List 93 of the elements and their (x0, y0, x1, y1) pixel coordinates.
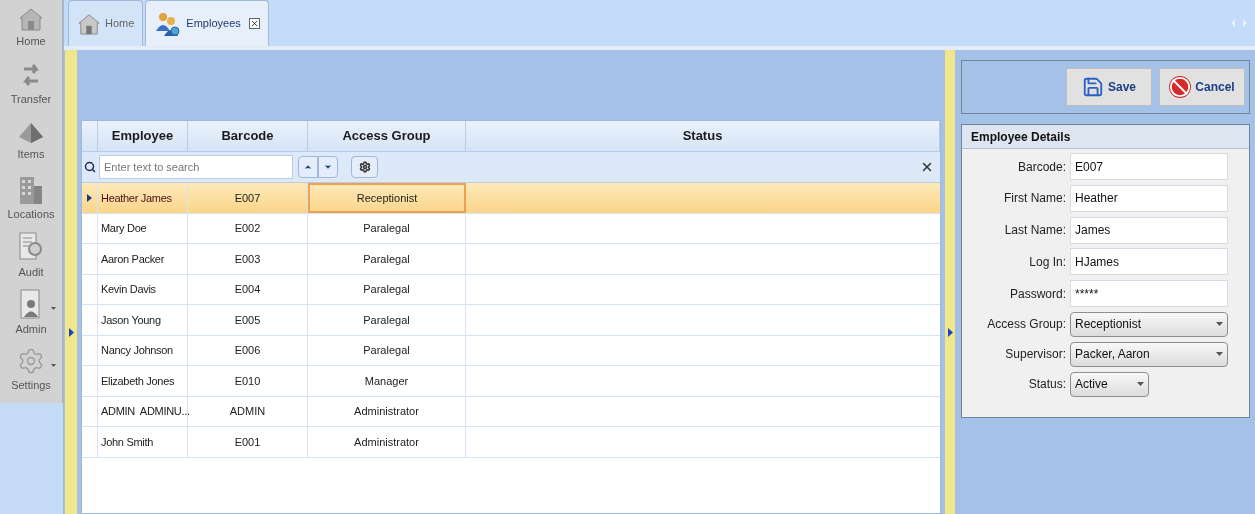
panel-title: Employee Details (962, 125, 1249, 149)
column-header[interactable]: Status (466, 121, 940, 151)
search-options-button[interactable] (351, 156, 378, 178)
table-cell: E004 (188, 274, 308, 304)
field-label: Status: (1027, 376, 1067, 394)
table-cell: E003 (188, 244, 308, 274)
nav-item[interactable]: Items (0, 114, 62, 171)
table-cell: ADMIN ADMINU... (98, 396, 188, 426)
text-field[interactable]: ***** (1070, 280, 1228, 308)
table-row[interactable]: Kevin Davis E004 Paralegal (82, 274, 940, 305)
dropdown-arrow-icon (51, 364, 56, 367)
gear-icon (17, 347, 45, 376)
pyramid-icon (18, 122, 44, 145)
down-arrow-icon (323, 162, 333, 172)
table-cell: Elizabeth Jones (98, 366, 188, 396)
field-label: First Name: (1003, 190, 1067, 208)
table-cell: Kevin Davis (98, 274, 188, 304)
nav-item[interactable]: Audit (0, 228, 62, 285)
dropdown-arrow-icon (1216, 322, 1223, 327)
table-cell: Paralegal (308, 305, 466, 335)
table-cell: Paralegal (308, 274, 466, 304)
table-cell: John Smith (98, 427, 188, 457)
table-cell: Jason Young (98, 305, 188, 335)
table-cell: Heather James (98, 183, 188, 213)
tab[interactable]: Home (68, 0, 144, 46)
table-cell: E006 (188, 335, 308, 365)
table-cell: Paralegal (308, 244, 466, 274)
gear-icon (358, 161, 371, 173)
text-field[interactable]: Heather (1070, 184, 1228, 212)
house-icon (18, 7, 44, 32)
table-cell: Receptionist (308, 183, 466, 213)
table-cell: Administrator (308, 427, 466, 457)
table-cell: E001 (188, 427, 308, 457)
people-icon (154, 10, 183, 37)
dropdown-arrow-icon (1216, 352, 1223, 357)
field-label: Supervisor: (1004, 346, 1067, 364)
column-header[interactable]: Barcode (188, 121, 308, 151)
table-row[interactable]: Jason Young E005 Paralegal (82, 305, 940, 336)
field-label: Access Group: (986, 316, 1067, 334)
field-label: Log In: (1028, 253, 1067, 271)
close-icon[interactable] (920, 160, 934, 174)
tab[interactable]: Employees (145, 0, 269, 46)
document-person-icon (20, 289, 42, 320)
cancel-button[interactable]: Cancel (1159, 68, 1245, 106)
row-pointer-icon (87, 193, 92, 202)
field-label: Password: (1008, 285, 1067, 303)
search-icon (84, 161, 96, 173)
nav-item[interactable]: Home (0, 0, 62, 57)
table-cell: E002 (188, 213, 308, 243)
building-icon (19, 176, 43, 205)
text-field[interactable]: E007 (1070, 153, 1228, 180)
table-row[interactable]: Aaron Packer E003 Paralegal (82, 244, 940, 275)
table-row[interactable]: Elizabeth Jones E010 Manager (82, 366, 940, 397)
table-cell: Nancy Johnson (98, 335, 188, 365)
table-cell: Manager (308, 366, 466, 396)
dropdown-field[interactable]: Receptionist (1070, 312, 1228, 337)
expand-arrow-icon[interactable] (947, 327, 953, 337)
table-row[interactable]: Mary Doe E002 Paralegal (82, 213, 940, 244)
table-row[interactable]: ADMIN ADMINU... ADMIN Administrator (82, 396, 940, 427)
no-entry-icon (1169, 76, 1192, 98)
table-row[interactable]: Nancy Johnson E006 Paralegal (82, 335, 940, 366)
table-cell: E010 (188, 366, 308, 396)
dropdown-arrow-icon (51, 307, 56, 310)
nav-item[interactable]: Admin (0, 285, 62, 342)
table-cell: Mary Doe (98, 213, 188, 243)
table-row[interactable]: John Smith E001 Administrator (82, 427, 940, 458)
expand-arrow-icon[interactable] (68, 327, 74, 337)
table-cell: Aaron Packer (98, 244, 188, 274)
table-cell: ADMIN (188, 396, 308, 426)
table-cell: E007 (188, 183, 308, 213)
search-field[interactable]: Enter text to search (99, 155, 293, 179)
table-cell: E005 (188, 305, 308, 335)
up-arrow-icon (303, 162, 313, 172)
close-icon[interactable] (248, 18, 260, 29)
column-header[interactable]: Access Group (308, 121, 466, 151)
dropdown-field[interactable]: Packer, Aaron (1070, 341, 1228, 367)
table-row[interactable]: Heather James E007 Receptionist (82, 183, 940, 214)
dropdown-arrow-icon (1137, 382, 1144, 387)
table-cell: Paralegal (308, 213, 466, 243)
field-label: Last Name: (1003, 222, 1067, 240)
document-magnifier-icon (19, 232, 43, 263)
save-button[interactable]: Save (1066, 68, 1152, 106)
dropdown-field[interactable]: Active (1070, 371, 1149, 397)
house-icon (77, 12, 101, 35)
text-field[interactable]: HJames (1070, 248, 1228, 276)
table-cell: Paralegal (308, 335, 466, 365)
field-label: Barcode: (1016, 158, 1067, 176)
nav-item[interactable]: Locations (0, 171, 62, 228)
table-cell: Administrator (308, 396, 466, 426)
text-field[interactable]: James (1070, 216, 1228, 244)
nav-item[interactable]: Settings (0, 342, 62, 399)
column-header[interactable]: Employee (98, 121, 188, 151)
nav-item[interactable]: Transfer (0, 57, 62, 114)
